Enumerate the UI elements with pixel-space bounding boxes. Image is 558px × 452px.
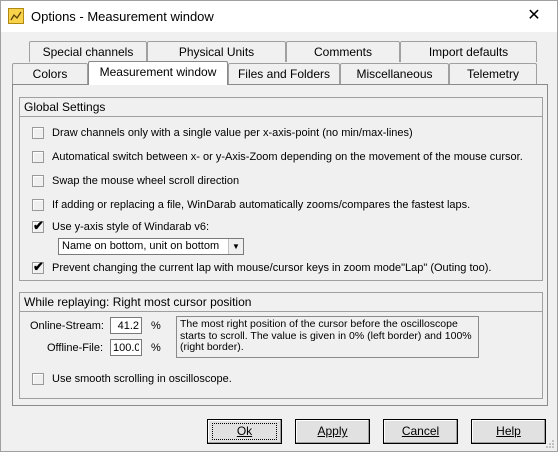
help-label: Help (496, 424, 521, 438)
swap-wheel-checkbox[interactable] (32, 175, 44, 187)
tab-miscellaneous[interactable]: Miscellaneous (340, 63, 449, 84)
close-icon[interactable]: ✕ (511, 1, 557, 32)
checkmark-icon: ✔ (33, 259, 44, 274)
tab-files-and-folders[interactable]: Files and Folders (228, 63, 340, 84)
tab-import-defaults[interactable]: Import defaults (400, 41, 537, 62)
window-title: Options - Measurement window (31, 9, 214, 24)
single-value-label: Draw channels only with a single value p… (52, 127, 413, 139)
cursor-position-info: The most right position of the cursor be… (176, 316, 479, 358)
tab-telemetry[interactable]: Telemetry (449, 63, 537, 84)
tab-colors[interactable]: Colors (12, 63, 88, 84)
single-value-checkbox[interactable] (32, 127, 44, 139)
swap-wheel-label: Swap the mouse wheel scroll direction (52, 175, 240, 187)
tab-physical-units[interactable]: Physical Units (147, 41, 286, 62)
app-chart-icon (8, 8, 24, 24)
prevent-lap-change-checkbox[interactable]: ✔ (32, 259, 44, 274)
help-button[interactable]: Help (471, 419, 546, 444)
cancel-label: Cancel (401, 424, 440, 438)
yaxis-style-select[interactable]: Name on bottom, unit on bottom ▼ (58, 238, 244, 255)
auto-axis-zoom-label: Automatical switch between x- or y-Axis-… (52, 151, 523, 163)
online-unit: % (151, 320, 161, 332)
prevent-lap-change-label: Prevent changing the current lap with mo… (52, 262, 492, 274)
online-stream-input[interactable] (110, 317, 142, 334)
cancel-button[interactable]: Cancel (383, 419, 458, 444)
global-settings-group: Global Settings Draw channels only with … (19, 97, 543, 281)
apply-label: Apply (317, 424, 348, 438)
tab-comments[interactable]: Comments (286, 41, 400, 62)
yaxis-style-checkbox[interactable]: ✔ (32, 218, 44, 233)
measurement-window-panel: Global Settings Draw channels only with … (12, 84, 548, 406)
smooth-scrolling-label: Use smooth scrolling in oscilloscope. (52, 373, 232, 385)
replay-group: While replaying: Right most cursor posit… (19, 292, 543, 399)
ok-button[interactable]: Ok (207, 419, 282, 444)
yaxis-style-selected: Name on bottom, unit on bottom (62, 240, 220, 252)
offline-file-input[interactable] (110, 339, 142, 356)
resize-grip-icon[interactable] (545, 439, 555, 449)
auto-compare-checkbox[interactable] (32, 199, 44, 211)
auto-axis-zoom-checkbox[interactable] (32, 151, 44, 163)
tab-measurement-window[interactable]: Measurement window (88, 61, 228, 85)
focus-rect (212, 423, 277, 440)
offline-unit: % (151, 342, 161, 354)
offline-file-label: Offline-File: (47, 342, 104, 354)
yaxis-style-label: Use y-axis style of Windarab v6: (52, 221, 210, 233)
global-settings-title: Global Settings (20, 98, 542, 117)
smooth-scrolling-checkbox[interactable] (32, 373, 44, 385)
apply-button[interactable]: Apply (295, 419, 370, 444)
checkmark-icon: ✔ (33, 218, 44, 233)
chevron-down-icon: ▼ (228, 239, 243, 254)
replay-title: While replaying: Right most cursor posit… (20, 293, 542, 312)
title-bar: Options - Measurement window ✕ (1, 1, 557, 32)
options-dialog: Options - Measurement window ✕ Special c… (0, 0, 558, 452)
auto-compare-label: If adding or replacing a file, WinDarab … (52, 199, 471, 211)
online-stream-label: Online-Stream: (30, 320, 104, 332)
tab-special-channels[interactable]: Special channels (29, 41, 147, 62)
